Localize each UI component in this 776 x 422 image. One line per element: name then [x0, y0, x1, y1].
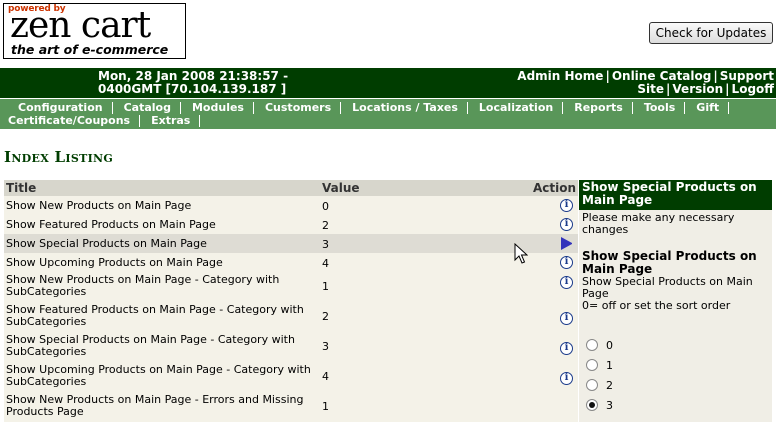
menu-modules[interactable]: Modules — [181, 102, 254, 114]
menu-certificate-coupons[interactable]: Certificate/Coupons — [7, 115, 141, 127]
row-value: 2 — [322, 310, 329, 323]
table-row[interactable]: Show Special Products on Main Page - Cat… — [4, 332, 578, 362]
row-title: Show Upcoming Products on Main Page - Ca… — [6, 363, 311, 388]
logo-brand: zen cart — [10, 5, 151, 46]
info-icon[interactable]: i — [560, 199, 573, 212]
table-row[interactable]: Show New Products on Main Page 0 i — [4, 196, 578, 215]
table-row[interactable]: Show Upcoming Products on Main Page 4 i — [4, 253, 578, 272]
radio-button[interactable] — [586, 339, 598, 351]
server-datetime: Mon, 28 Jan 2008 21:38:57 - 0400GMT [70.… — [98, 69, 289, 96]
radio-option-2[interactable]: 2 — [586, 378, 613, 394]
column-value: Value — [322, 181, 360, 195]
row-value: 1 — [322, 280, 329, 293]
version-link[interactable]: Version — [672, 82, 723, 96]
online-catalog-link[interactable]: Online Catalog — [612, 69, 712, 83]
row-title: Show Special Products on Main Page - Cat… — [6, 333, 295, 358]
table-header: Title Value Action — [4, 180, 578, 196]
side-panel-message: Please make any necessary changes — [582, 211, 735, 236]
menu-gift[interactable]: Gift — [685, 102, 730, 114]
menu-locations-taxes[interactable]: Locations / Taxes — [341, 102, 468, 114]
menu-customers[interactable]: Customers — [254, 102, 342, 114]
site-link[interactable]: Site — [637, 82, 664, 96]
row-title: Show Featured Products on Main Page — [6, 218, 216, 231]
info-icon[interactable]: i — [560, 342, 573, 355]
table-row[interactable]: Show Upcoming Products on Main Page - Ca… — [4, 362, 578, 392]
edit-side-panel: Show Special Products on Main Page Pleas… — [579, 180, 772, 422]
page-title: Index Listing — [4, 148, 114, 166]
current-selection-arrow-icon — [561, 237, 574, 250]
info-icon[interactable]: i — [560, 256, 573, 269]
row-title: Show Upcoming Products on Main Page — [6, 256, 223, 269]
row-title: Show Special Products on Main Page — [6, 237, 207, 250]
row-value: 4 — [322, 370, 329, 383]
row-title: Show Featured Products on Main Page - Ca… — [6, 303, 304, 328]
row-title: Show New Products on Main Page — [6, 199, 192, 212]
table-row[interactable]: Show New Products on Main Page - Errors … — [4, 392, 578, 422]
radio-option-1[interactable]: 1 — [586, 358, 613, 374]
row-value: 3 — [322, 238, 329, 251]
row-value: 0 — [322, 200, 329, 213]
column-title: Title — [6, 181, 37, 195]
radio-button[interactable] — [586, 379, 598, 391]
row-value: 4 — [322, 257, 329, 270]
admin-header-bar: Mon, 28 Jan 2008 21:38:57 - 0400GMT [70.… — [0, 68, 776, 98]
row-value: 3 — [322, 340, 329, 353]
radio-button-selected[interactable] — [586, 399, 598, 411]
menu-localization[interactable]: Localization — [468, 102, 564, 114]
admin-home-link[interactable]: Admin Home — [517, 69, 603, 83]
setting-title: Show Special Products on Main Page — [582, 249, 757, 276]
info-icon[interactable]: i — [560, 372, 573, 385]
radio-option-3[interactable]: 3 — [586, 398, 613, 414]
menu-extras[interactable]: Extras — [140, 115, 201, 127]
zencart-logo: powered by zen cart the art of e-commerc… — [3, 3, 186, 59]
check-for-updates-button[interactable]: Check for Updates — [649, 22, 773, 44]
table-row[interactable]: Show New Products on Main Page - Categor… — [4, 272, 578, 302]
row-value: 2 — [322, 219, 329, 232]
info-icon[interactable]: i — [560, 312, 573, 325]
row-value: 1 — [322, 400, 329, 413]
menu-catalog[interactable]: Catalog — [113, 102, 181, 114]
row-title: Show New Products on Main Page - Errors … — [6, 393, 304, 418]
index-listing-table: Title Value Action Show New Products on … — [4, 180, 578, 422]
row-title: Show New Products on Main Page - Categor… — [6, 273, 280, 298]
radio-button[interactable] — [586, 359, 598, 371]
info-icon[interactable]: i — [560, 276, 573, 289]
setting-description: Show Special Products on Main Page — [582, 275, 753, 300]
column-action: Action — [532, 181, 576, 195]
info-icon[interactable]: i — [560, 218, 573, 231]
support-link[interactable]: Support — [720, 69, 774, 83]
logo-tagline: the art of e-commerce — [11, 42, 169, 57]
admin-links: Admin Home | Online Catalog | Support Site | V… — [517, 69, 774, 96]
setting-hint: 0= off or set the sort order — [582, 299, 731, 312]
menu-reports[interactable]: Reports — [563, 102, 633, 114]
side-panel-heading: Show Special Products on Main Page — [579, 180, 772, 210]
main-menu-bar: Configuration Catalog Modules Customers Loca… — [0, 99, 776, 129]
menu-configuration[interactable]: Configuration — [7, 102, 113, 114]
logoff-link[interactable]: Logoff — [732, 82, 774, 96]
table-row[interactable]: Show Featured Products on Main Page - Ca… — [4, 302, 578, 332]
table-row[interactable]: Show Featured Products on Main Page 2 i — [4, 215, 578, 234]
menu-tools[interactable]: Tools — [633, 102, 686, 114]
table-row-selected[interactable]: Show Special Products on Main Page 3 — [4, 234, 578, 253]
radio-option-0[interactable]: 0 — [586, 338, 613, 354]
